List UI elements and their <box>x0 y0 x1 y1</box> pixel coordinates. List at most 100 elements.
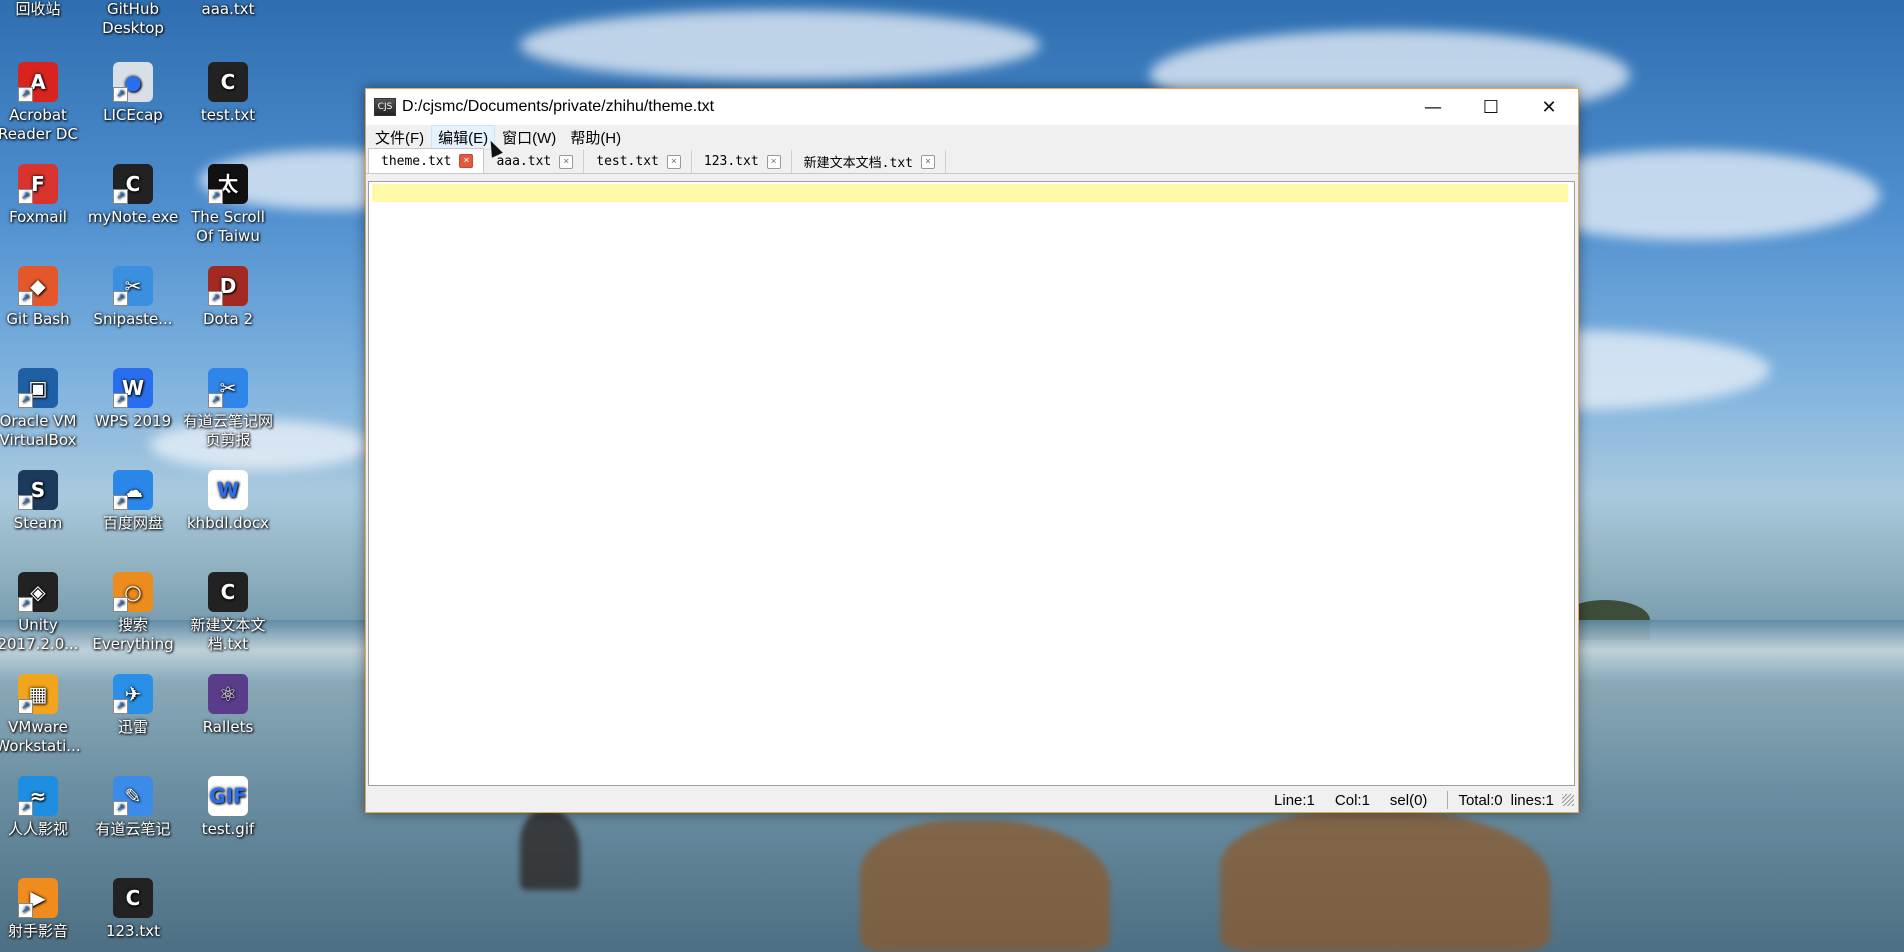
minimize-button[interactable]: — <box>1404 89 1462 125</box>
desktop-icon[interactable]: D ↗ Dota 2 <box>181 266 275 329</box>
desktop-app-icon: ⚛ <box>208 674 248 714</box>
desktop-icon[interactable]: Ctest.txt <box>181 62 275 125</box>
desktop-icon[interactable]: 回收站 <box>0 0 85 19</box>
tab-label: theme.txt <box>381 153 452 169</box>
desktop-icon-label: Rallets <box>202 718 254 736</box>
desktop-icon[interactable]: S ↗ Steam <box>0 470 85 533</box>
desktop-app-icon: ▦ ↗ <box>18 674 58 714</box>
desktop-icon[interactable]: ✂ ↗ 有道云笔记网页剪报 <box>181 368 275 450</box>
menu-help[interactable]: 帮助(H) <box>563 125 628 150</box>
desktop-app-glyph: ⚛ <box>219 681 237 706</box>
status-selection: sel(0) <box>1389 791 1428 809</box>
tab-close-icon[interactable]: × <box>459 154 474 168</box>
desktop-icon-label: LICEcap <box>103 106 163 124</box>
desktop-app-icon: ✎ ↗ <box>113 776 153 816</box>
desktop-icon[interactable]: 太 ↗ The Scroll Of Taiwu <box>181 164 275 246</box>
tab-label: test.txt <box>596 154 659 169</box>
title-bar[interactable]: CJS D:/cjsmc/Documents/private/zhihu/the… <box>366 89 1578 125</box>
desktop-app-icon: C <box>208 572 248 612</box>
desktop-icon[interactable]: ◆ ↗ Git Bash <box>0 266 85 329</box>
desktop-icon[interactable]: ✂ ↗ Snipaste... <box>86 266 180 329</box>
desktop-app-icon: C <box>208 62 248 102</box>
shortcut-arrow-icon: ↗ <box>208 393 223 408</box>
desktop-app-glyph: W <box>216 477 240 502</box>
window-controls: — ☐ ✕ <box>1404 89 1578 125</box>
tab-label: 新建文本文档.txt <box>803 156 913 171</box>
shortcut-arrow-icon: ↗ <box>113 291 128 306</box>
desktop-icon[interactable]: ● ↗ LICEcap <box>86 62 180 125</box>
status-bar: Line:1 Col:1 sel(0) Total:0 lines:1 <box>366 788 1578 812</box>
desktop-icon-label: 123.txt <box>105 922 161 940</box>
desktop-icon[interactable]: C ↗ myNote.exe <box>86 164 180 227</box>
desktop-icon[interactable]: W ↗ WPS 2019 <box>86 368 180 431</box>
menu-window[interactable]: 窗口(W) <box>495 125 563 150</box>
tab-close-icon[interactable]: × <box>920 154 935 169</box>
desktop-icon-label: 迅雷 <box>117 718 148 736</box>
current-line-highlight <box>372 184 1568 202</box>
tab-theme-txt[interactable]: theme.txt × <box>368 148 485 173</box>
desktop-icon[interactable]: C 123.txt <box>86 878 180 941</box>
desktop-icon-label: aaa.txt <box>201 0 255 18</box>
shortcut-arrow-icon: ↗ <box>113 495 128 510</box>
shortcut-arrow-icon: ↗ <box>208 189 223 204</box>
tab-123-txt[interactable]: 123.txt × <box>692 150 792 173</box>
shortcut-arrow-icon: ↗ <box>113 393 128 408</box>
desktop-app-icon: D ↗ <box>208 266 248 306</box>
desktop-icon[interactable]: Wkhbdl.docx <box>181 470 275 533</box>
tab-new-text-document[interactable]: 新建文本文档.txt × <box>792 150 946 173</box>
desktop-icon-label: Dota 2 <box>202 310 254 328</box>
desktop-icon[interactable]: C 新建文本文档.txt <box>181 572 275 654</box>
desktop-icon[interactable]: ✈ ↗ 迅雷 <box>86 674 180 737</box>
desktop-icon[interactable]: F ↗ Foxmail <box>0 164 85 227</box>
desktop-icon[interactable]: ▦ ↗ VMware Workstati... <box>0 674 85 756</box>
desktop-icon-label: 人人影视 <box>7 820 68 838</box>
desktop-app-icon: ✈ ↗ <box>113 674 153 714</box>
shortcut-arrow-icon: ↗ <box>18 699 33 714</box>
desktop-icon[interactable]: GitHub Desktop <box>86 0 180 38</box>
tab-close-icon[interactable]: × <box>666 154 681 169</box>
desktop-icon[interactable]: aaa.txt <box>181 0 275 19</box>
desktop-icon[interactable]: ▣ ↗ Oracle VM VirtualBox <box>0 368 85 450</box>
close-button[interactable]: ✕ <box>1520 89 1578 125</box>
desktop-icon-label: WPS 2019 <box>94 412 172 430</box>
text-editor-area[interactable] <box>368 181 1575 786</box>
desktop-app-icon: ☁ ↗ <box>113 470 153 510</box>
desktop-icon[interactable]: A ↗ Acrobat Reader DC <box>0 62 85 144</box>
tab-close-icon[interactable]: × <box>766 154 781 169</box>
desktop-icon-label: test.gif <box>201 820 255 838</box>
desktop-icon[interactable]: ⚛ Rallets <box>181 674 275 737</box>
maximize-button[interactable]: ☐ <box>1462 89 1520 125</box>
resize-grip-icon[interactable] <box>1562 794 1574 806</box>
desktop-app-icon: ✂ ↗ <box>208 368 248 408</box>
desktop-icon[interactable]: ○ ↗ 搜索 Everything <box>86 572 180 654</box>
desktop-icon[interactable]: ≈ ↗ 人人影视 <box>0 776 85 839</box>
desktop-icon-label: Oracle VM VirtualBox <box>0 412 77 449</box>
desktop-icon-label: Git Bash <box>6 310 70 328</box>
tab-close-icon[interactable]: × <box>559 154 574 169</box>
desktop-icon-label: Unity 2017.2.0... <box>0 616 79 653</box>
menu-file[interactable]: 文件(F) <box>368 125 431 150</box>
shortcut-arrow-icon: ↗ <box>113 189 128 204</box>
desktop-icon[interactable]: ✎ ↗ 有道云笔记 <box>86 776 180 839</box>
desktop-icon[interactable]: GIF test.gif <box>181 776 275 839</box>
desktop-icon[interactable]: ▶ ↗ 射手影音 <box>0 878 85 941</box>
tab-label: 123.txt <box>703 154 759 169</box>
desktop-app-icon: W ↗ <box>113 368 153 408</box>
shortcut-arrow-icon: ↗ <box>208 291 223 306</box>
desktop-app-icon: W <box>208 470 248 510</box>
desktop-app-icon: ○ ↗ <box>113 572 153 612</box>
desktop-app-icon: ◈ ↗ <box>18 572 58 612</box>
shortcut-arrow-icon: ↗ <box>18 291 33 306</box>
desktop-icon[interactable]: ◈ ↗ Unity 2017.2.0... <box>0 572 85 654</box>
desktop-icon-label: 新建文本文档.txt <box>190 616 266 653</box>
shortcut-arrow-icon: ↗ <box>18 189 33 204</box>
desktop-icon-label: myNote.exe <box>87 208 179 226</box>
shortcut-arrow-icon: ↗ <box>18 597 33 612</box>
desktop-icon-label: 百度网盘 <box>102 514 163 532</box>
desktop-app-glyph: F <box>31 171 45 196</box>
desktop-app-glyph: C <box>220 69 236 94</box>
desktop-app-icon: ▶ ↗ <box>18 878 58 918</box>
shortcut-arrow-icon: ↗ <box>113 699 128 714</box>
tab-test-txt[interactable]: test.txt × <box>584 150 692 173</box>
desktop-icon[interactable]: ☁ ↗ 百度网盘 <box>86 470 180 533</box>
